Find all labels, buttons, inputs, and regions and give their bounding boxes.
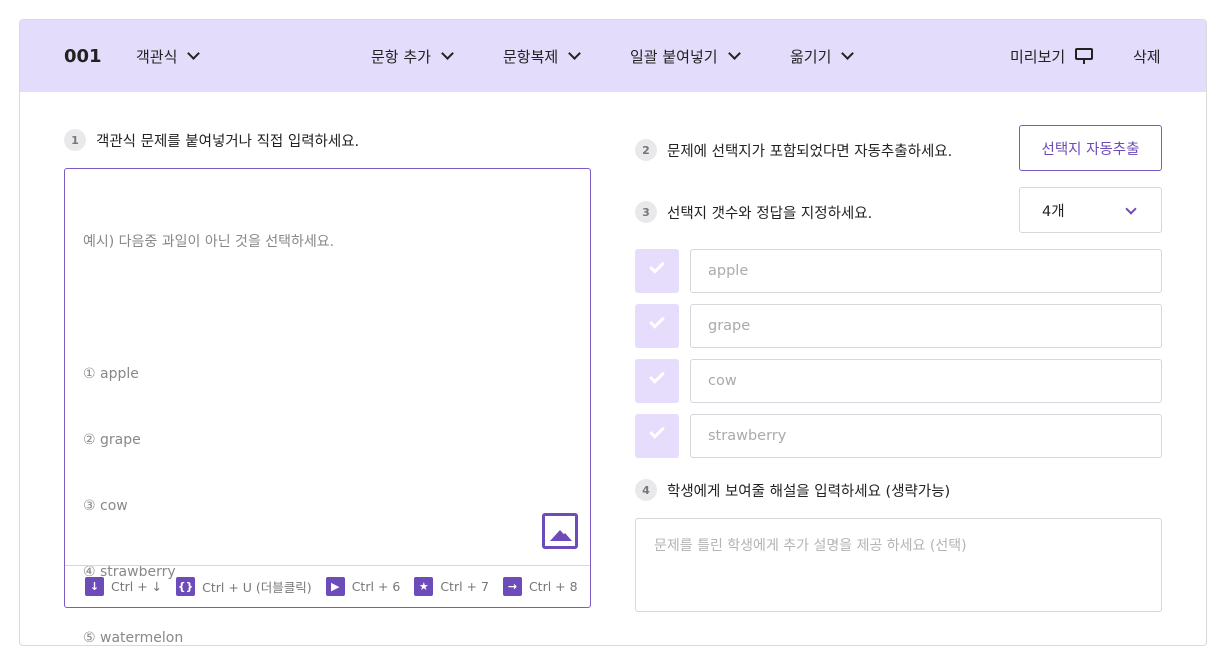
choice-count-value: 4개	[1042, 203, 1065, 220]
question-editor[interactable]: 예시) 다음중 과일이 아닌 것을 선택하세요. ① apple ② grape…	[64, 168, 591, 645]
placeholder-line: ① apple	[83, 366, 139, 382]
shortcut-item[interactable]: → Ctrl + 8	[502, 577, 578, 596]
question-toolbar: 001 객관식 문항 추가 문항복제 일괄 붙여넣기 옮기기 미리보기 삭제	[20, 20, 1206, 92]
choice-input[interactable]: strawberry	[690, 414, 1162, 458]
monitor-icon	[1075, 48, 1094, 64]
check-icon	[649, 258, 665, 274]
check-icon	[649, 368, 665, 384]
step-badge: 2	[635, 139, 657, 161]
answer-toggle[interactable]	[635, 359, 679, 403]
choice-count-select[interactable]: 4개	[1019, 187, 1162, 233]
question-type-label: 객관식	[136, 47, 178, 66]
step-4-instruction: 4 학생에게 보여줄 해설을 입력하세요 (생략가능)	[635, 479, 950, 501]
shortcut-label: Ctrl + ↓	[111, 579, 163, 594]
delete-button[interactable]: 삭제	[1133, 20, 1161, 92]
step-text: 문제에 선택지가 포함되었다면 자동추출하세요.	[667, 143, 953, 160]
chevron-down-icon	[187, 47, 201, 60]
shortcut-item[interactable]: ▶ Ctrl + 6	[325, 577, 401, 596]
placeholder-line: ③ cow	[83, 498, 128, 514]
shortcut-label: Ctrl + 6	[351, 579, 401, 594]
add-question-label: 문항 추가	[371, 47, 431, 66]
chevron-down-icon	[441, 47, 454, 60]
question-type-dropdown[interactable]: 객관식	[136, 20, 201, 92]
step-3-instruction: 3 선택지 갯수와 정답을 지정하세요.	[635, 201, 872, 223]
chevron-down-icon	[841, 47, 855, 60]
step-text: 학생에게 보여줄 해설을 입력하세요 (생략가능)	[667, 483, 951, 500]
step-badge: 4	[635, 479, 657, 501]
placeholder-line	[83, 297, 334, 319]
arrow-right-icon: →	[502, 577, 522, 596]
choice-input[interactable]: apple	[690, 249, 1162, 293]
preview-label: 미리보기	[1010, 47, 1066, 66]
step-badge: 3	[635, 201, 657, 223]
star-icon: ★	[414, 577, 434, 596]
chevron-down-icon	[568, 47, 582, 60]
answer-toggle[interactable]	[635, 414, 679, 458]
braces-icon: {}	[176, 577, 196, 596]
shortcut-bar: ↓ Ctrl + ↓ {} Ctrl + U (더블클릭) ▶ Ctrl + 6…	[65, 565, 590, 607]
add-question-menu[interactable]: 문항 추가	[371, 20, 454, 92]
bulk-paste-label: 일괄 붙여넣기	[630, 47, 718, 66]
step-text: 객관식 문제를 붙여넣거나 직접 입력하세요.	[96, 133, 360, 150]
move-question-label: 옮기기	[790, 47, 832, 66]
bulk-paste-menu[interactable]: 일괄 붙여넣기	[630, 20, 741, 92]
check-icon	[649, 313, 665, 329]
choice-input[interactable]: cow	[690, 359, 1162, 403]
duplicate-question-label: 문항복제	[503, 47, 559, 66]
preview-button[interactable]: 미리보기	[1010, 20, 1094, 92]
placeholder-line: ② grape	[83, 432, 141, 448]
explanation-textarea[interactable]: 문제를 틀린 학생에게 추가 설명을 제공 하세요 (선택)	[635, 518, 1162, 612]
shortcut-label: Ctrl + 7	[440, 579, 489, 594]
step-1-instruction: 1 객관식 문제를 붙여넣거나 직접 입력하세요.	[64, 129, 359, 151]
shortcut-label: Ctrl + U (더블클릭)	[202, 580, 312, 595]
auto-extract-button[interactable]: 선택지 자동추출	[1019, 125, 1162, 171]
insert-image-button[interactable]	[542, 513, 578, 549]
question-card: 001 객관식 문항 추가 문항복제 일괄 붙여넣기 옮기기 미리보기 삭제 1…	[19, 19, 1207, 646]
question-number: 001	[64, 45, 102, 67]
step-text: 선택지 갯수와 정답을 지정하세요.	[667, 205, 873, 222]
chevron-down-icon	[1125, 203, 1137, 215]
step-2-instruction: 2 문제에 선택지가 포함되었다면 자동추출하세요.	[635, 139, 952, 161]
placeholder-line: ⑤ watermelon	[83, 630, 184, 646]
chevron-down-icon	[727, 47, 741, 60]
shortcut-item[interactable]: {} Ctrl + U (더블클릭)	[176, 577, 312, 596]
answer-toggle[interactable]	[635, 304, 679, 348]
shortcut-label: Ctrl + 8	[528, 579, 578, 594]
placeholder-line: 예시) 다음중 과일이 아닌 것을 선택하세요.	[83, 234, 335, 250]
step-badge: 1	[64, 129, 86, 151]
answer-toggle[interactable]	[635, 249, 679, 293]
choice-input[interactable]: grape	[690, 304, 1162, 348]
duplicate-question-menu[interactable]: 문항복제	[503, 20, 582, 92]
play-icon: ▶	[325, 577, 345, 596]
arrow-down-icon: ↓	[85, 577, 104, 596]
check-icon	[649, 423, 665, 439]
move-question-menu[interactable]: 옮기기	[790, 20, 855, 92]
shortcut-item[interactable]: ↓ Ctrl + ↓	[85, 577, 162, 596]
shortcut-item[interactable]: ★ Ctrl + 7	[414, 577, 489, 596]
